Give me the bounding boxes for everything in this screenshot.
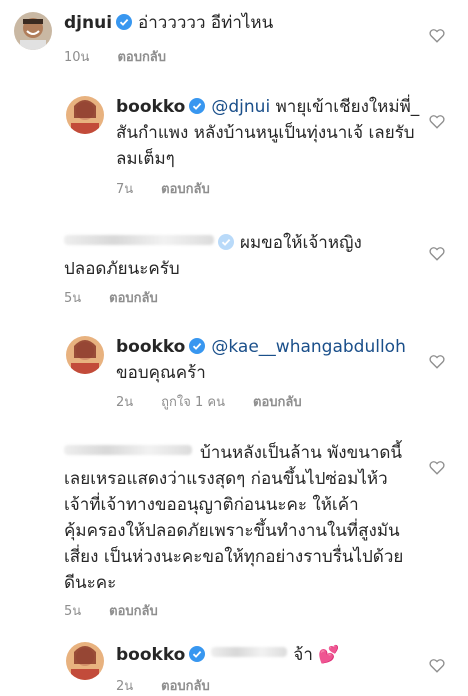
comment-text: djnui อ่าววววว อีท่าไหน (64, 10, 273, 36)
comment-line: คุ้มครองให้ปลอดภัยเพราะขึ้นทำงานในที่สูง… (64, 521, 400, 541)
verified-badge-icon (189, 98, 206, 114)
avatar[interactable] (66, 336, 104, 374)
verified-badge-icon (218, 234, 234, 250)
comment-line: ลมเต็มๆ (116, 149, 175, 169)
heart-outline-icon[interactable] (428, 656, 446, 674)
comment-time: 2น (116, 395, 134, 410)
avatar[interactable] (66, 96, 104, 134)
comment-line: บ้านหลังเป็นล้าน พังขนาดนี้ (200, 443, 403, 463)
comment-meta: 5น ตอบกลับ (64, 600, 186, 621)
verified-badge-icon (189, 338, 206, 354)
likes-count[interactable]: ถูกใจ 1 คน (161, 395, 225, 410)
verified-badge-icon (189, 646, 206, 662)
redacted-username (64, 235, 214, 245)
comment-time: 2น (116, 679, 134, 694)
comment-meta: 7น ตอบกลับ (116, 178, 238, 199)
comment-line: ผมขอให้เจ้าหญิง (240, 233, 362, 253)
comment-line: ดีนะคะ (64, 573, 117, 593)
comment-line: ปลอดภัยนะครับ (64, 259, 180, 279)
comment-meta: 10น ตอบกลับ (64, 46, 194, 67)
comment-line: เลยเหรอแสดงว่าแรงสุดๆ ก่อนขึ้นไปซ่อมไห้ว (64, 469, 388, 489)
reply-button[interactable]: ตอบกลับ (109, 291, 158, 306)
comment-line: พายุเข้าเชียงใหม่พี่_ (275, 97, 420, 117)
comment-text: bookko @djnui พายุเข้าเชียงใหม่พี่_ (116, 94, 419, 120)
comment-time: 10น (64, 50, 90, 65)
comment-text: ผมขอให้เจ้าหญิง (64, 230, 362, 256)
comment-line: จ้า 💕 (293, 645, 340, 665)
comment-time: 5น (64, 604, 82, 619)
comment-meta: 5น ตอบกลับ (64, 287, 186, 308)
reply-button[interactable]: ตอบกลับ (253, 395, 302, 410)
comment-line: เสี่ยง เป็นห่วงนะคะขอให้ทุกอย่างราบรื่นไ… (64, 547, 404, 567)
comment-meta: 2น ถูกใจ 1 คน ตอบกลับ (116, 391, 330, 412)
mention-link[interactable]: @djnui (211, 97, 270, 117)
comment-text: บ้านหลังเป็นล้าน พังขนาดนี้ (64, 440, 402, 466)
redacted-mention (211, 647, 288, 657)
comment-username[interactable]: bookko (116, 645, 185, 665)
heart-outline-icon[interactable] (428, 26, 446, 44)
comment-username[interactable]: djnui (64, 13, 112, 33)
heart-outline-icon[interactable] (428, 458, 446, 476)
avatar[interactable] (66, 642, 104, 680)
comment-line: อ่าววววว อีท่าไหน (138, 13, 274, 33)
comment-text: bookko จ้า 💕 (116, 642, 339, 668)
heart-outline-icon[interactable] (428, 352, 446, 370)
reply-button[interactable]: ตอบกลับ (161, 679, 210, 694)
comment-meta: 2น ตอบกลับ (116, 675, 238, 696)
comment-username[interactable]: bookko (116, 337, 185, 357)
verified-badge-icon (116, 14, 133, 30)
reply-button[interactable]: ตอบกลับ (117, 50, 166, 65)
comment-time: 7น (116, 182, 134, 197)
heart-outline-icon[interactable] (428, 112, 446, 130)
comment-line: เจ้าที่เจ้าทางขออนุญาติก่อนนะคะ ให้เค้า (64, 495, 359, 515)
comment-text: bookko @kae__whangabdulloh (116, 334, 406, 360)
avatar[interactable] (14, 12, 52, 50)
reply-button[interactable]: ตอบกลับ (161, 182, 210, 197)
comment-time: 5น (64, 291, 82, 306)
reply-button[interactable]: ตอบกลับ (109, 604, 158, 619)
comment-line: สันกำแพง หลังบ้านหนูเป็นทุ่งนาเจ้ เลยรับ (116, 123, 415, 143)
comment-username[interactable]: bookko (116, 97, 185, 117)
comment-line: ขอบคุณคร้า (116, 363, 206, 383)
heart-outline-icon[interactable] (428, 244, 446, 262)
mention-link[interactable]: @kae__whangabdulloh (211, 337, 405, 357)
redacted-username (64, 445, 192, 455)
